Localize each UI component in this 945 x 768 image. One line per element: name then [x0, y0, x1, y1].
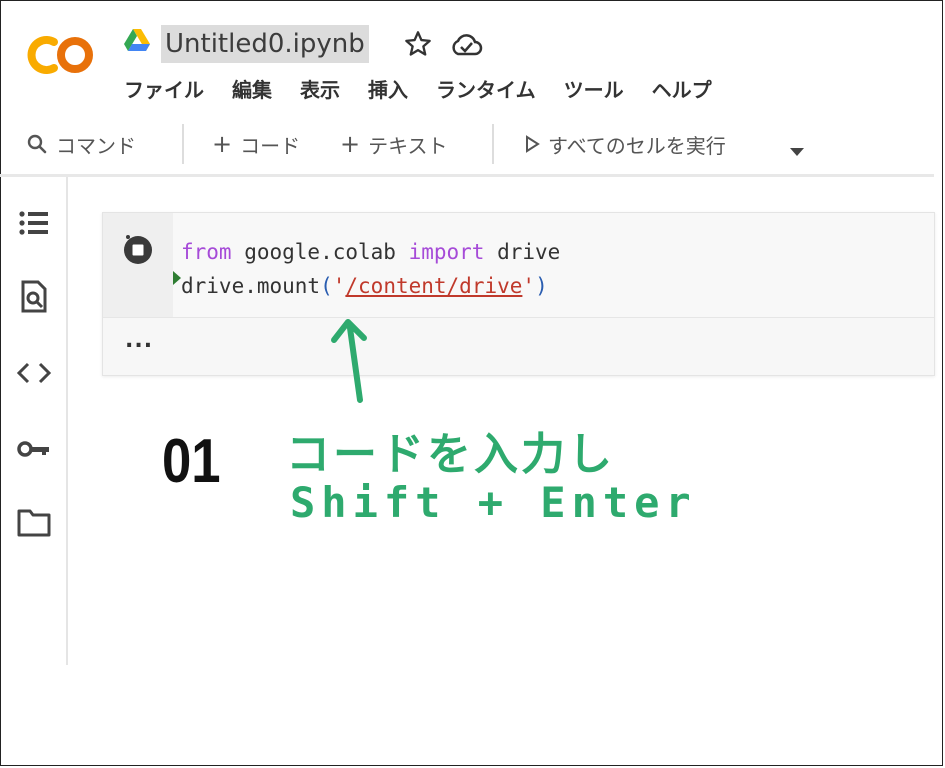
code-paren: (	[320, 274, 333, 298]
plus-icon: +	[340, 130, 361, 158]
code-module: google.colab	[231, 240, 409, 264]
sidebar-divider	[66, 177, 68, 665]
cloud-icon[interactable]	[449, 32, 483, 58]
annotation-shortcut: Shift + Enter	[290, 478, 697, 527]
menu-tools[interactable]: ツール	[564, 74, 624, 104]
toolbar-divider	[492, 124, 494, 164]
menu-view[interactable]: 表示	[300, 74, 340, 104]
dropdown-arrow-icon[interactable]	[788, 138, 806, 166]
code-name: drive	[484, 240, 561, 264]
menu-insert[interactable]: 挿入	[368, 74, 408, 104]
menu-runtime[interactable]: ランタイム	[436, 74, 536, 104]
add-code-button[interactable]: + コード	[212, 130, 300, 158]
search-icon	[27, 134, 47, 154]
code-keyword: from	[181, 240, 232, 264]
toolbar-divider	[182, 124, 184, 164]
code-paren: )	[535, 274, 548, 298]
execution-marker-icon	[173, 271, 181, 285]
find-icon[interactable]	[16, 280, 52, 314]
add-code-label: コード	[240, 133, 301, 158]
play-icon	[526, 135, 540, 153]
code-snippets-icon[interactable]	[16, 356, 52, 390]
run-all-label: すべてのセルを実行	[548, 133, 726, 158]
code-string: /content/drive	[345, 274, 523, 298]
colab-logo[interactable]	[24, 32, 94, 78]
secrets-key-icon[interactable]	[16, 432, 52, 466]
star-icon[interactable]	[404, 30, 432, 58]
step-number: 01	[162, 427, 221, 496]
menu-help[interactable]: ヘルプ	[652, 74, 712, 104]
output-more-button[interactable]: ...	[125, 328, 153, 353]
stop-run-button[interactable]	[122, 234, 154, 266]
screenshot-frame	[0, 0, 943, 766]
command-button[interactable]: コマンド	[26, 130, 136, 158]
annotation-instruction: コードを入力し	[286, 429, 615, 480]
code-quote: '	[522, 274, 536, 298]
add-text-label: テキスト	[368, 133, 448, 158]
toolbar: コマンド + コード + テキスト すべてのセルを実行	[0, 118, 934, 170]
drive-icon[interactable]	[124, 28, 150, 52]
folder-icon[interactable]	[16, 506, 52, 540]
code-quote: '	[332, 274, 346, 298]
plus-icon: +	[212, 130, 233, 158]
output-divider	[103, 317, 934, 318]
run-all-button[interactable]: すべてのセルを実行	[524, 130, 726, 158]
code-call: drive.mount	[181, 274, 321, 298]
code-keyword: import	[408, 240, 485, 264]
toolbar-bottom-border	[0, 174, 934, 177]
menu-edit[interactable]: 編集	[232, 74, 272, 104]
toc-icon[interactable]	[16, 206, 52, 240]
menu-file[interactable]: ファイル	[124, 74, 204, 104]
code-text[interactable]: from google.colab import drive drive.mou…	[181, 235, 560, 303]
add-text-button[interactable]: + テキスト	[340, 130, 448, 158]
notebook-title[interactable]: Untitled0.ipynb	[161, 25, 369, 63]
command-label: コマンド	[56, 133, 136, 158]
code-cell[interactable]: from google.colab import drive drive.mou…	[102, 212, 935, 376]
annotation-arrow-icon	[331, 319, 367, 403]
menu-bar: ファイル 編集 表示 挿入 ランタイム ツール ヘルプ	[124, 74, 712, 104]
